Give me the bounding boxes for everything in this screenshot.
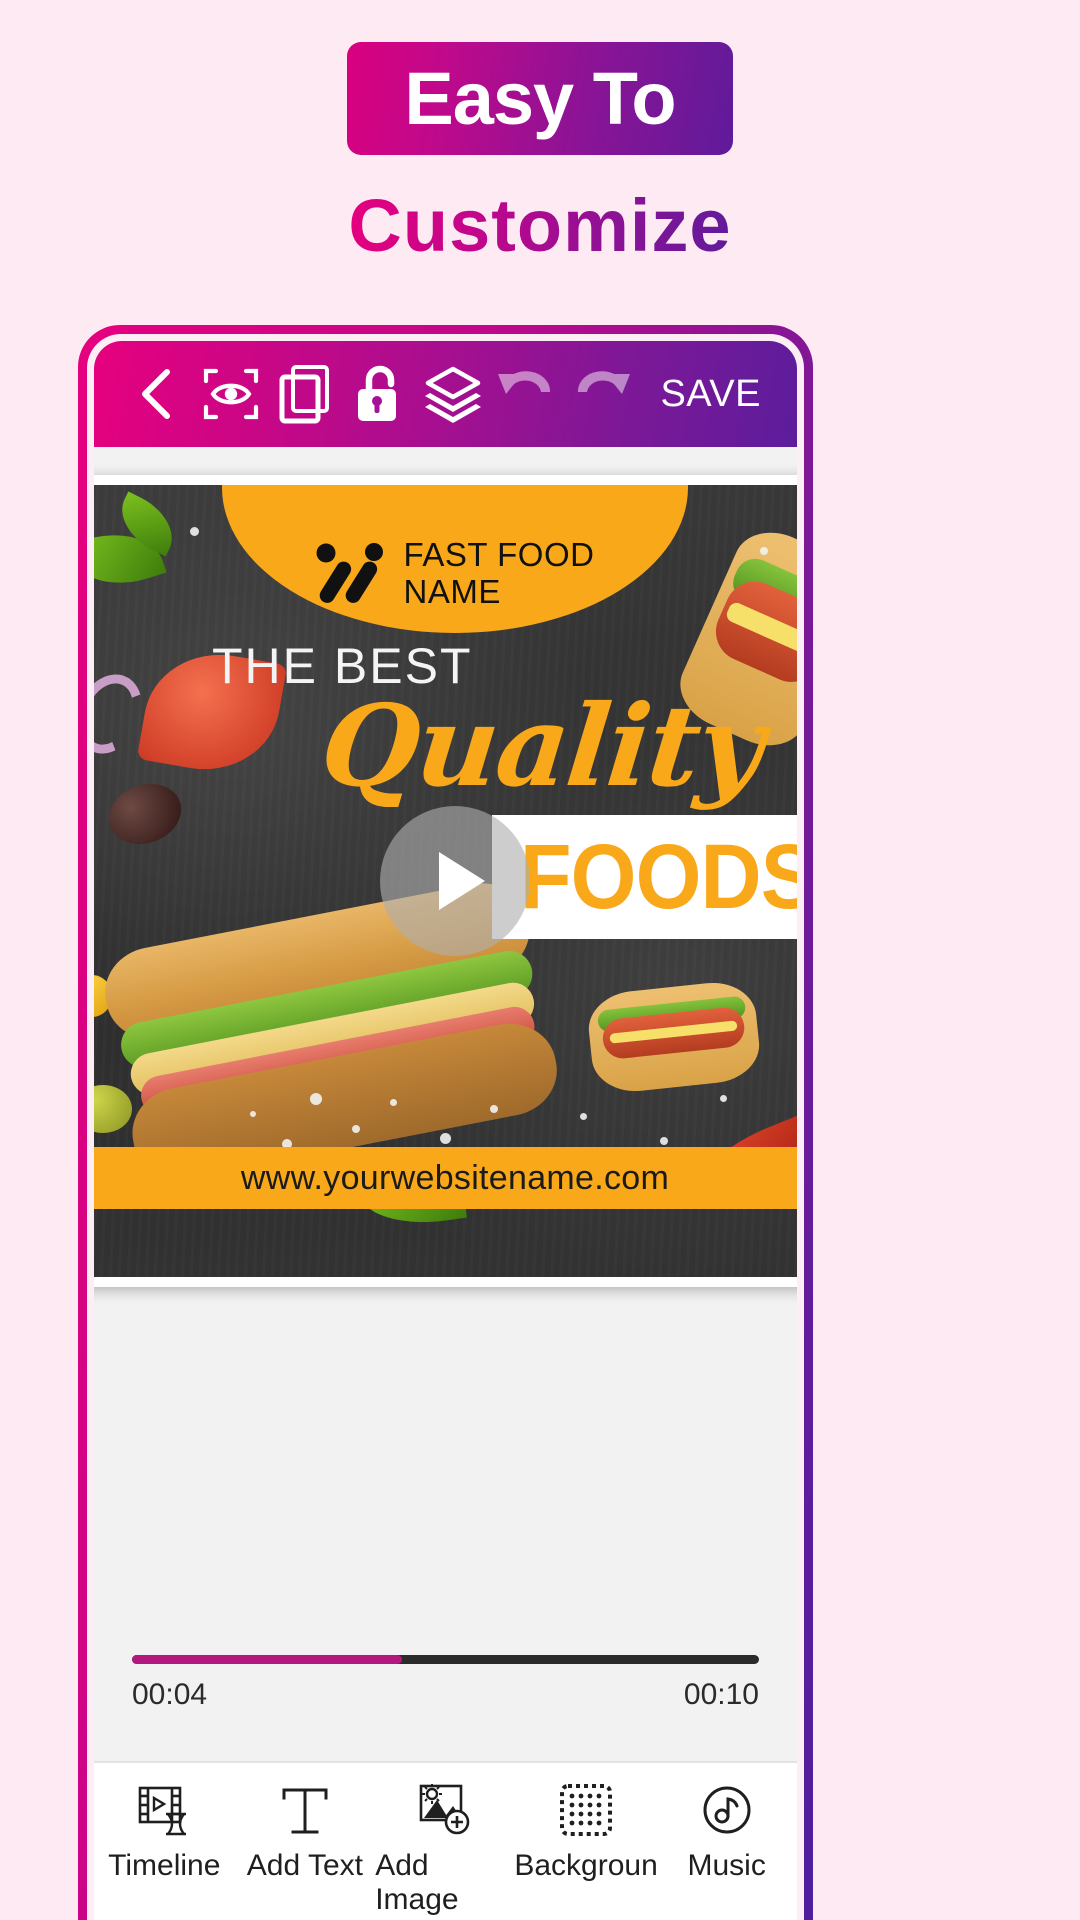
salt-speck (390, 1099, 397, 1106)
nav-label-background: Backgroun (514, 1849, 658, 1882)
back-button[interactable] (120, 357, 194, 431)
poster-headline-script[interactable]: Quality (315, 681, 768, 812)
phone-frame: SAVE FAST FOOD NAME THE BEST Quality FOO… (78, 325, 813, 1920)
text-icon (276, 1781, 334, 1839)
salt-speck (580, 1113, 587, 1120)
lock-button[interactable] (342, 357, 416, 431)
nav-item-add-image[interactable]: Add Image (375, 1781, 516, 1917)
nav-item-background[interactable]: Backgroun (514, 1781, 658, 1883)
phone-screen: SAVE FAST FOOD NAME THE BEST Quality FOO… (94, 341, 797, 1920)
eye-frame-icon (203, 368, 259, 420)
layers-button[interactable] (416, 357, 490, 431)
salt-speck (250, 1111, 256, 1117)
chevron-left-icon (142, 369, 170, 419)
preview-button[interactable] (194, 357, 268, 431)
total-time-label: 00:10 (683, 1678, 759, 1711)
poster-brand-name: FAST FOOD NAME (403, 536, 595, 611)
duplicate-button[interactable] (268, 357, 342, 431)
salt-speck (352, 1125, 360, 1133)
nav-label-add-text: Add Text (246, 1849, 363, 1882)
promo-subtitle: Customize (348, 184, 732, 267)
salt-speck (440, 1133, 451, 1144)
undo-button[interactable] (490, 357, 564, 431)
timeline-progress (132, 1655, 402, 1664)
undo-icon (498, 371, 551, 394)
olive-black-icon (100, 774, 190, 854)
music-icon (698, 1781, 756, 1839)
poster-brand-badge: FAST FOOD NAME (222, 485, 688, 633)
add-image-icon (416, 1781, 474, 1839)
poster-headline-box[interactable]: FOODS (492, 815, 797, 939)
brand-line-2: NAME (403, 573, 501, 611)
nav-item-add-text[interactable]: Add Text (235, 1781, 376, 1883)
parsley-left-icon (94, 519, 167, 599)
background-grid-icon (557, 1781, 615, 1839)
current-time-label: 00:04 (132, 1678, 208, 1711)
promo-badge-text: Easy To (404, 56, 676, 140)
salt-speck (720, 1095, 727, 1102)
bottom-nav: Timeline Add Text Add Image Backgroun Mu… (94, 1761, 797, 1920)
promo-header: Easy To Customize (0, 0, 1080, 320)
poster-website-bar[interactable]: www.yourwebsitename.com (94, 1147, 797, 1209)
salt-speck (760, 547, 768, 555)
timeline-scrubber[interactable] (132, 1655, 759, 1664)
nav-item-music[interactable]: Music (656, 1781, 797, 1883)
unlock-icon (358, 365, 396, 421)
salt-speck (490, 1105, 498, 1113)
promo-badge: Easy To (347, 42, 733, 155)
nav-label-music: Music (687, 1849, 766, 1882)
phone-bezel: SAVE FAST FOOD NAME THE BEST Quality FOO… (87, 334, 804, 1920)
brand-logo-icon (316, 543, 383, 603)
salt-speck (190, 527, 199, 536)
nav-label-add-image: Add Image (375, 1849, 459, 1916)
play-button[interactable] (380, 806, 530, 956)
editor-canvas[interactable]: FAST FOOD NAME THE BEST Quality FOODS ww… (94, 447, 797, 1427)
hotdog-bottom-right-icon (585, 978, 763, 1096)
timeline-section: 00:04 00:10 (94, 1629, 797, 1761)
onion-ring-icon (94, 663, 154, 765)
brand-line-1: FAST FOOD (403, 536, 595, 574)
play-icon (439, 852, 485, 910)
salt-speck (310, 1093, 322, 1105)
nav-label-timeline: Timeline (108, 1849, 221, 1882)
parsley-left-2-icon (109, 491, 185, 557)
layers-icon (425, 366, 481, 423)
timeline-icon (135, 1781, 193, 1839)
poster-website-text: www.yourwebsitename.com (240, 1158, 670, 1197)
redo-button[interactable] (564, 357, 638, 431)
save-button[interactable]: SAVE (650, 367, 775, 422)
nav-item-timeline[interactable]: Timeline (94, 1781, 235, 1883)
poster-artboard[interactable]: FAST FOOD NAME THE BEST Quality FOODS ww… (94, 485, 797, 1277)
copy-icon (279, 365, 329, 424)
timeline-times: 00:04 00:10 (132, 1678, 759, 1712)
app-toolbar: SAVE (94, 341, 797, 447)
salt-speck (660, 1137, 668, 1145)
poster-headline-boxed: FOODS (519, 825, 797, 928)
redo-icon (577, 371, 630, 394)
poster-card[interactable]: FAST FOOD NAME THE BEST Quality FOODS ww… (94, 475, 797, 1287)
